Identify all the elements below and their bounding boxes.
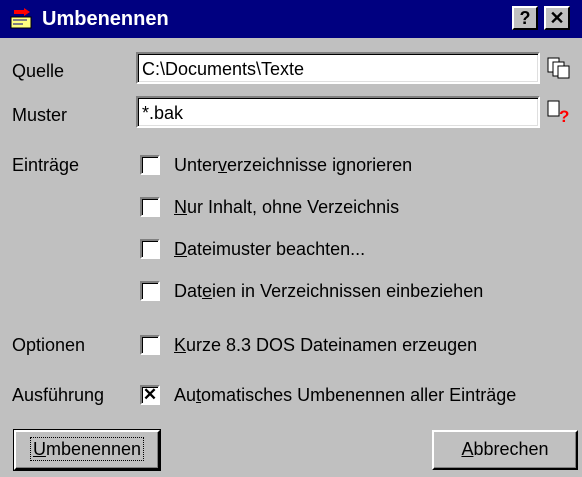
ausfuehrung-label: Ausführung [12,385,105,405]
umbenennen-button[interactable]: Umbenennen [13,429,161,471]
checkbox-nur-inhalt-label[interactable]: Nur Inhalt, ohne Verzeichnis [174,196,399,218]
checkbox-dateimuster-label[interactable]: Dateimuster beachten... [174,238,365,260]
muster-input[interactable]: *.bak [136,96,540,128]
checkbox-dateien-einbeziehen[interactable] [140,281,160,301]
file-question-icon[interactable]: ? [546,98,572,124]
checkbox-automatisch-umbenennen[interactable]: ✕ [140,385,160,405]
quelle-input[interactable]: C:\Documents\Texte [136,52,540,84]
eintraege-label: Einträge [12,155,80,175]
optionen-label: Optionen [12,335,86,355]
help-button[interactable]: ? [512,6,538,30]
checkbox-automatisch-umbenennen-label[interactable]: Automatisches Umbenennen aller Einträge [174,384,516,406]
checkbox-dateimuster[interactable] [140,239,160,259]
checkbox-dateien-einbeziehen-label[interactable]: Dateien in Verzeichnissen einbeziehen [174,280,483,302]
copy-files-icon[interactable] [546,54,572,80]
svg-text:?: ? [559,107,569,124]
title-bar: Umbenennen ? ✕ [0,0,582,38]
checkbox-kurze-dateinamen[interactable] [140,335,160,355]
quelle-label: Quelle [12,61,65,81]
checkbox-unterverzeichnisse[interactable] [140,155,160,175]
checkbox-unterverzeichnisse-label[interactable]: Unterverzeichnisse ignorieren [174,154,412,176]
close-button[interactable]: ✕ [544,6,570,30]
rename-app-icon [10,8,32,29]
muster-label: Muster [12,105,68,125]
abbrechen-button[interactable]: Abbrechen [432,430,578,470]
checkbox-kurze-dateinamen-label[interactable]: Kurze 8.3 DOS Dateinamen erzeugen [174,334,477,356]
window-title: Umbenennen [42,8,169,30]
checkbox-nur-inhalt[interactable] [140,197,160,217]
